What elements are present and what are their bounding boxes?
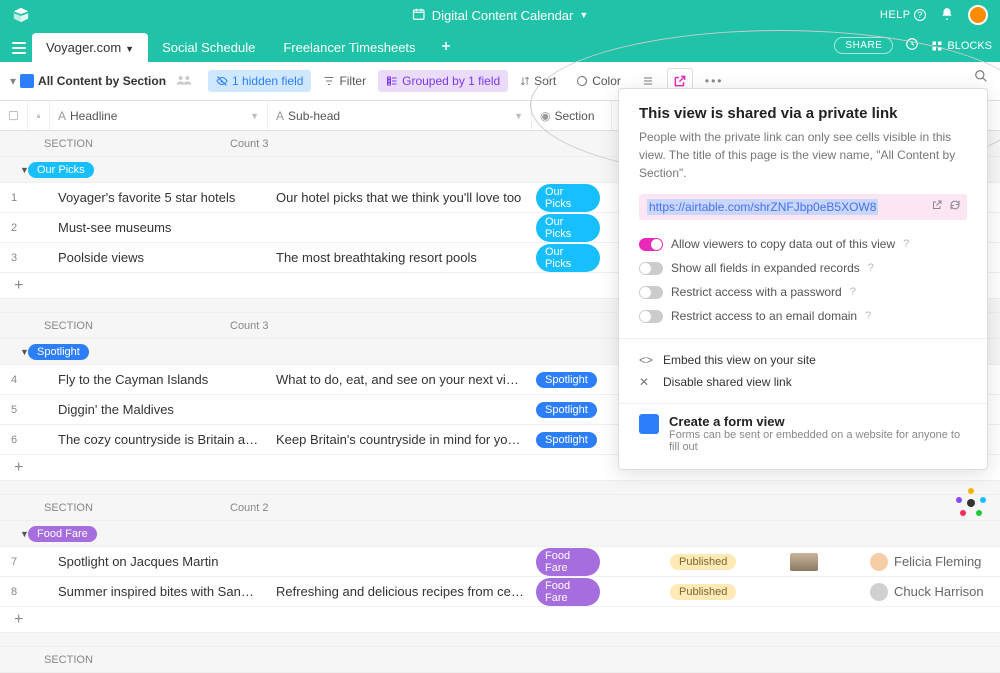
- calendar-icon: [412, 7, 426, 24]
- share-option[interactable]: Restrict access with a password ?: [639, 280, 967, 304]
- grid-view-icon: [20, 74, 34, 88]
- help-icon[interactable]: ?: [850, 286, 856, 298]
- filter-button[interactable]: Filter: [315, 70, 374, 92]
- create-form-action[interactable]: Create a form view Forms can be sent or …: [639, 414, 967, 453]
- cell-subhead[interactable]: Refreshing and delicious recipes from ce…: [268, 584, 532, 599]
- logo-icon: [12, 6, 30, 24]
- share-link-field[interactable]: https://airtable.com/shrZNFJbp0eB5XOW8: [639, 194, 967, 220]
- search-icon[interactable]: [974, 69, 988, 86]
- cell-status[interactable]: Published: [666, 553, 786, 570]
- cell-headline[interactable]: Summer inspired bites with Sandra Key: [50, 584, 268, 599]
- view-switcher-icon[interactable]: ▾: [10, 74, 16, 88]
- cell-headline[interactable]: The cozy countryside is Britain at its b…: [50, 432, 268, 447]
- base-title[interactable]: Digital Content Calendar: [432, 8, 574, 23]
- column-headline[interactable]: AHeadline▼: [50, 101, 268, 130]
- hidden-fields-button[interactable]: 1 hidden field: [208, 70, 311, 92]
- toggle[interactable]: [639, 310, 663, 323]
- cell-headline[interactable]: Poolside views: [50, 250, 268, 265]
- add-table-button[interactable]: [432, 36, 460, 59]
- cell-headline[interactable]: Spotlight on Jacques Martin: [50, 554, 268, 569]
- blocks-button[interactable]: BLOCKS: [931, 40, 992, 52]
- toggle[interactable]: [639, 262, 663, 275]
- help-fab[interactable]: [956, 488, 986, 518]
- group-button[interactable]: Grouped by 1 field: [378, 70, 508, 92]
- share-option[interactable]: Restrict access to an email domain ?: [639, 304, 967, 328]
- share-option[interactable]: Show all fields in expanded records ?: [639, 256, 967, 280]
- cell-headline[interactable]: Diggin' the Maldives: [50, 402, 268, 417]
- cell-subhead[interactable]: The most breathtaking resort pools: [268, 250, 532, 265]
- embed-view-action[interactable]: <>Embed this view on your site: [639, 349, 967, 371]
- cell-section[interactable]: Spotlight: [532, 401, 604, 418]
- form-icon: [639, 414, 659, 434]
- toggle[interactable]: [639, 286, 663, 299]
- cell-section[interactable]: Spotlight: [532, 431, 604, 448]
- group-header: SECTIONCount 2: [0, 495, 1000, 521]
- view-name[interactable]: All Content by Section: [38, 74, 166, 88]
- bell-icon[interactable]: [940, 7, 954, 24]
- cell-subhead[interactable]: What to do, eat, and see on your next vi…: [268, 372, 532, 387]
- cell-subhead[interactable]: Our hotel picks that we think you'll lov…: [268, 190, 532, 205]
- app-titlebar: Digital Content Calendar ▼ HELP ?: [0, 0, 1000, 30]
- share-option[interactable]: Allow viewers to copy data out of this v…: [639, 232, 967, 256]
- cell-section[interactable]: Our Picks: [532, 244, 604, 272]
- refresh-link-icon[interactable]: [949, 199, 961, 214]
- select-all-checkbox[interactable]: [0, 101, 28, 130]
- group-pill-row[interactable]: ▼Food Fare: [0, 521, 1000, 547]
- share-view-popover: This view is shared via a private link P…: [618, 88, 988, 470]
- cell-status[interactable]: Published: [666, 583, 786, 600]
- add-row-button[interactable]: +: [0, 607, 1000, 633]
- cell-headline[interactable]: Voyager's favorite 5 star hotels: [50, 190, 268, 205]
- help-icon[interactable]: ?: [865, 310, 871, 322]
- cell-author[interactable]: Felicia Fleming: [866, 553, 1000, 571]
- popover-description: People with the private link can only se…: [639, 128, 967, 182]
- history-icon[interactable]: [905, 37, 919, 54]
- cell-section[interactable]: Food Fare: [532, 578, 604, 606]
- cell-section[interactable]: Food Fare: [532, 548, 604, 576]
- cell-headline[interactable]: Fly to the Cayman Islands: [50, 372, 268, 387]
- popover-title: This view is shared via a private link: [639, 105, 967, 122]
- cell-headline[interactable]: Must-see museums: [50, 220, 268, 235]
- lock-icon: [28, 101, 50, 130]
- table-row[interactable]: 7Spotlight on Jacques MartinFood FarePub…: [0, 547, 1000, 577]
- disable-link-action[interactable]: ✕Disable shared view link: [639, 371, 967, 393]
- table-tabs: Voyager.com▼Social ScheduleFreelancer Ti…: [0, 30, 1000, 62]
- menu-icon[interactable]: [8, 38, 30, 58]
- column-subhead[interactable]: ASub-head▼: [268, 101, 532, 130]
- column-section[interactable]: ◉Section: [532, 101, 612, 130]
- tab-voyager-com[interactable]: Voyager.com▼: [32, 33, 148, 62]
- group-header: SECTION: [0, 647, 1000, 673]
- cell-section[interactable]: Our Picks: [532, 214, 604, 242]
- open-link-icon[interactable]: [931, 199, 943, 214]
- tab-freelancer-timesheets[interactable]: Freelancer Timesheets: [269, 33, 429, 62]
- help-icon[interactable]: ?: [903, 238, 909, 250]
- share-button[interactable]: SHARE: [834, 37, 893, 54]
- cell-image[interactable]: [786, 553, 866, 571]
- cell-section[interactable]: Spotlight: [532, 371, 604, 388]
- cell-author[interactable]: Chuck Harrison: [866, 583, 1000, 601]
- help-link[interactable]: HELP ?: [880, 9, 926, 21]
- cell-section[interactable]: Our Picks: [532, 184, 604, 212]
- tab-social-schedule[interactable]: Social Schedule: [148, 33, 269, 62]
- chevron-down-icon[interactable]: ▼: [579, 10, 588, 20]
- sort-button[interactable]: Sort: [512, 70, 564, 92]
- avatar[interactable]: [968, 5, 988, 25]
- toggle[interactable]: [639, 238, 663, 251]
- collaborators-icon[interactable]: [176, 74, 192, 89]
- cell-subhead[interactable]: Keep Britain's countryside in mind for y…: [268, 432, 532, 447]
- help-icon[interactable]: ?: [868, 262, 874, 274]
- table-row[interactable]: 8Summer inspired bites with Sandra KeyRe…: [0, 577, 1000, 607]
